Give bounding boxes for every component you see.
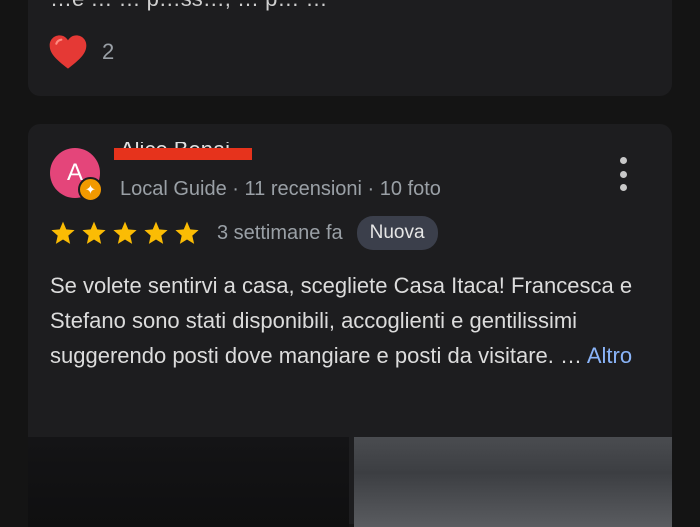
new-badge: Nuova — [356, 216, 438, 250]
redaction-bar — [114, 148, 252, 160]
review-body: Se volete sentirvi a casa, scegliete Cas… — [50, 273, 633, 368]
review-photo[interactable] — [354, 437, 672, 527]
reaction-row[interactable]: 2 — [48, 33, 114, 71]
star-icon — [175, 221, 199, 244]
review-text: Se volete sentirvi a casa, scegliete Cas… — [50, 268, 650, 373]
more-options-icon[interactable] — [616, 157, 630, 191]
star-icon — [82, 221, 106, 244]
more-link[interactable]: Altro — [587, 343, 632, 368]
star-icon — [113, 221, 137, 244]
previous-review-card: …e … … p…ss…, … p… … 2 — [28, 0, 672, 96]
heart-icon[interactable] — [48, 33, 88, 71]
star-rating — [50, 220, 205, 246]
reaction-count: 2 — [102, 39, 115, 64]
previous-review-text-fragment: …e … … p…ss…, … p… … — [50, 0, 328, 12]
star-icon — [51, 221, 75, 244]
star-icon — [144, 221, 168, 244]
review-time: 3 settimane fa — [217, 221, 343, 244]
local-guide-badge-icon: ✦ — [78, 177, 103, 202]
reviewer-meta: Local Guide · 11 recensioni · 10 foto — [120, 178, 441, 200]
review-card: A ✦ Alice Benai Local Guide · 11 recensi… — [28, 124, 672, 527]
menu-dot — [619, 170, 627, 178]
review-photo[interactable] — [28, 437, 349, 527]
menu-dot — [619, 157, 627, 164]
menu-dot — [619, 184, 627, 191]
rating-row: 3 settimane fa Nuova — [50, 216, 438, 250]
